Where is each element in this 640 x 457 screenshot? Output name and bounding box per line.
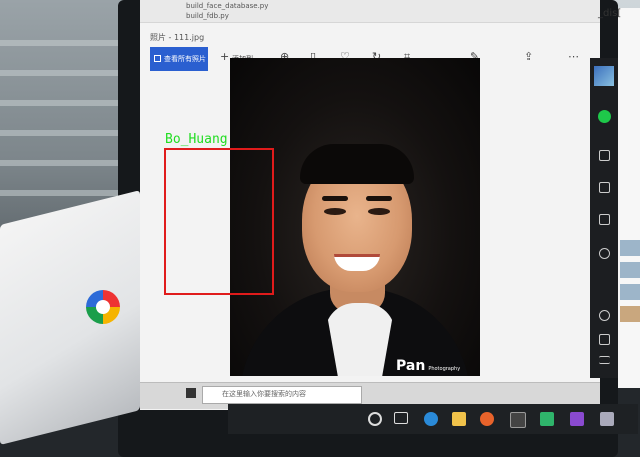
firefox-icon[interactable] [480,412,494,426]
photos-icon [154,55,161,62]
view-all-photos-label: 查看所有照片 [164,55,206,63]
watermark-sub: Photography [428,366,461,372]
eyebrow [366,196,392,201]
settings-icon[interactable] [599,248,610,259]
face-bounding-box [164,148,274,295]
thumbnail [620,262,640,278]
window-title: 照片 - 111.jpg [150,33,205,42]
task-view-icon[interactable] [394,412,408,424]
file-explorer-icon[interactable] [452,412,466,426]
contacts-icon[interactable] [599,150,610,161]
cube-icon[interactable] [599,182,610,193]
eye [368,208,390,215]
background-tab-text: _dis[ [598,8,622,19]
editor-line: build_fdb.py [186,12,229,20]
add-icon[interactable]: + [220,50,229,63]
product-box [0,190,140,445]
sidebar-thumbnail[interactable] [594,66,614,86]
editor-line: build_face_database.py [186,2,269,10]
phone-icon[interactable] [599,334,610,345]
edge-icon[interactable] [424,412,438,426]
taskbar-dark [228,404,638,434]
app-icon[interactable] [540,412,554,426]
background-window [618,8,640,388]
editor-tab-strip: build_face_database.py build_fdb.py [140,0,600,23]
thumbnail [620,284,640,300]
face-identity-label: Bo_Huang [165,132,228,147]
app-sidebar [590,58,618,378]
thumbnail [620,240,640,256]
menu-icon[interactable] [599,356,610,364]
photographer-watermark: Pan Photography [396,358,460,374]
terminal-icon[interactable] [510,412,526,428]
watermark-brand: Pan [396,358,426,374]
hair [300,144,414,184]
cortana-icon[interactable] [368,412,382,426]
taskbar-search-placeholder: 在这里输入你要搜索的内容 [222,390,306,398]
camera-icon[interactable] [600,412,614,426]
app-icon[interactable] [570,412,584,426]
eyebrow [322,196,348,201]
eye [324,208,346,215]
folder-icon[interactable] [599,214,610,225]
thumbnail [620,306,640,322]
box-logo-center [96,300,110,314]
view-all-photos-button[interactable]: 查看所有照片 [150,47,208,71]
start-icon[interactable] [186,388,196,398]
more-icon[interactable]: ⋯ [568,50,579,63]
music-icon[interactable] [599,310,610,321]
chat-icon[interactable] [598,110,611,123]
share-icon[interactable]: ⇪ [524,50,533,63]
